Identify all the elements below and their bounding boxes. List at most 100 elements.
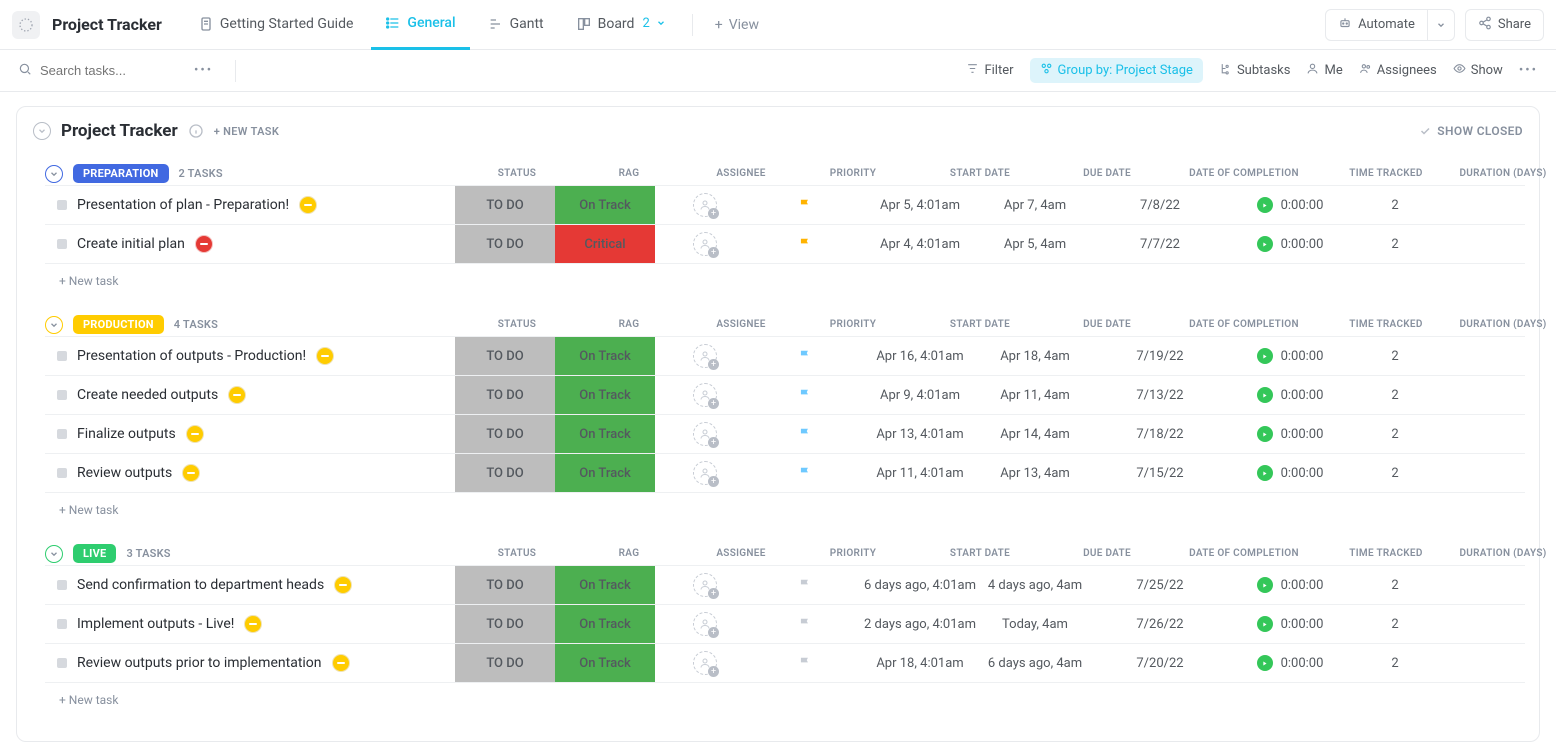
column-header[interactable]: DATE OF COMPLETION — [1169, 316, 1319, 333]
task-row[interactable]: Review outputs TO DOOn Track+Apr 11, 4:0… — [45, 453, 1525, 493]
assignee-cell[interactable]: + — [655, 605, 755, 643]
priority-cell[interactable] — [755, 415, 855, 453]
assignee-cell[interactable]: + — [655, 454, 755, 492]
task-status-square[interactable] — [57, 239, 67, 249]
time-tracked-cell[interactable]: 0:00:00 — [1235, 337, 1345, 375]
column-header[interactable]: START DATE — [915, 316, 1045, 333]
column-header[interactable]: DATE OF COMPLETION — [1169, 545, 1319, 562]
duration-cell[interactable]: 2 — [1345, 454, 1445, 492]
time-tracked-cell[interactable]: 0:00:00 — [1235, 566, 1345, 604]
completion-cell[interactable]: 7/13/22 — [1085, 376, 1235, 414]
column-header[interactable]: STATUS — [467, 316, 567, 333]
task-name-cell[interactable]: Finalize outputs — [45, 415, 455, 453]
time-tracked-cell[interactable]: 0:00:00 — [1235, 644, 1345, 682]
assign-avatar-placeholder[interactable]: + — [693, 573, 717, 597]
column-header[interactable]: START DATE — [915, 545, 1045, 562]
tab-general[interactable]: General — [371, 0, 469, 50]
due-date-cell[interactable]: Apr 18, 4am — [985, 337, 1085, 375]
more-icon[interactable]: ••• — [194, 63, 213, 78]
column-header[interactable]: TIME TRACKED — [1331, 165, 1441, 182]
column-header[interactable]: TIME TRACKED — [1331, 545, 1441, 562]
task-row[interactable]: Create initial plan TO DOCritical+Apr 4,… — [45, 224, 1525, 264]
rag-cell[interactable]: On Track — [555, 454, 655, 492]
status-cell[interactable]: TO DO — [455, 337, 555, 375]
priority-cell[interactable] — [755, 225, 855, 263]
play-icon[interactable] — [1257, 197, 1273, 213]
filter-button[interactable]: Filter — [966, 62, 1013, 79]
assign-avatar-placeholder[interactable]: + — [693, 344, 717, 368]
play-icon[interactable] — [1257, 655, 1273, 671]
task-name-cell[interactable]: Presentation of outputs - Production! — [45, 337, 455, 375]
search-box[interactable] — [18, 62, 180, 80]
automate-button[interactable]: Automate — [1325, 9, 1428, 41]
rag-cell[interactable]: On Track — [555, 644, 655, 682]
task-row[interactable]: Implement outputs - Live! TO DOOn Track+… — [45, 604, 1525, 644]
start-date-cell[interactable]: Apr 11, 4:01am — [855, 454, 985, 492]
column-header[interactable]: DUE DATE — [1057, 316, 1157, 333]
rag-cell[interactable]: On Track — [555, 415, 655, 453]
start-date-cell[interactable]: Apr 9, 4:01am — [855, 376, 985, 414]
status-cell[interactable]: TO DO — [455, 605, 555, 643]
task-status-square[interactable] — [57, 351, 67, 361]
column-header[interactable]: DURATION (DAYS) — [1453, 545, 1553, 562]
assign-avatar-placeholder[interactable]: + — [693, 193, 717, 217]
column-header[interactable]: DURATION (DAYS) — [1453, 165, 1553, 182]
completion-cell[interactable]: 7/25/22 — [1085, 566, 1235, 604]
group-pill[interactable]: PREPARATION — [73, 164, 169, 183]
column-header[interactable]: ASSIGNEE — [691, 316, 791, 333]
new-task-row[interactable]: + New task — [45, 493, 1525, 517]
duration-cell[interactable]: 2 — [1345, 337, 1445, 375]
priority-cell[interactable] — [755, 376, 855, 414]
priority-cell[interactable] — [755, 186, 855, 224]
assign-avatar-placeholder[interactable]: + — [693, 422, 717, 446]
more-toolbar-icon[interactable]: ••• — [1519, 63, 1538, 78]
tab-gantt[interactable]: Gantt — [474, 0, 558, 50]
add-view-button[interactable]: + View — [705, 17, 769, 33]
task-status-square[interactable] — [57, 390, 67, 400]
assignee-cell[interactable]: + — [655, 415, 755, 453]
group-collapse-toggle[interactable] — [45, 165, 63, 183]
assignee-cell[interactable]: + — [655, 337, 755, 375]
column-header[interactable]: RAG — [579, 316, 679, 333]
task-name-cell[interactable]: Send confirmation to department heads — [45, 566, 455, 604]
duration-cell[interactable]: 2 — [1345, 225, 1445, 263]
completion-cell[interactable]: 7/8/22 — [1085, 186, 1235, 224]
assignee-cell[interactable]: + — [655, 186, 755, 224]
automate-dropdown[interactable] — [1428, 9, 1455, 41]
group-pill[interactable]: PRODUCTION — [73, 315, 164, 334]
due-date-cell[interactable]: 4 days ago, 4am — [985, 566, 1085, 604]
group-pill[interactable]: LIVE — [73, 544, 116, 563]
task-row[interactable]: Create needed outputs TO DOOn Track+Apr … — [45, 375, 1525, 415]
play-icon[interactable] — [1257, 577, 1273, 593]
task-status-square[interactable] — [57, 429, 67, 439]
show-closed-button[interactable]: SHOW CLOSED — [1419, 124, 1523, 138]
column-header[interactable]: TIME TRACKED — [1331, 316, 1441, 333]
share-button[interactable]: Share — [1465, 9, 1544, 41]
time-tracked-cell[interactable]: 0:00:00 — [1235, 605, 1345, 643]
column-header[interactable]: RAG — [579, 165, 679, 182]
play-icon[interactable] — [1257, 616, 1273, 632]
completion-cell[interactable]: 7/18/22 — [1085, 415, 1235, 453]
completion-cell[interactable]: 7/7/22 — [1085, 225, 1235, 263]
status-cell[interactable]: TO DO — [455, 376, 555, 414]
start-date-cell[interactable]: 2 days ago, 4:01am — [855, 605, 985, 643]
rag-cell[interactable]: On Track — [555, 186, 655, 224]
task-status-square[interactable] — [57, 658, 67, 668]
group-by-button[interactable]: Group by: Project Stage — [1030, 58, 1203, 83]
assignee-cell[interactable]: + — [655, 644, 755, 682]
status-cell[interactable]: TO DO — [455, 644, 555, 682]
task-row[interactable]: Send confirmation to department heads TO… — [45, 565, 1525, 605]
tab-board[interactable]: Board 2 — [562, 0, 680, 50]
status-cell[interactable]: TO DO — [455, 225, 555, 263]
time-tracked-cell[interactable]: 0:00:00 — [1235, 415, 1345, 453]
play-icon[interactable] — [1257, 426, 1273, 442]
task-status-square[interactable] — [57, 468, 67, 478]
status-cell[interactable]: TO DO — [455, 186, 555, 224]
me-button[interactable]: Me — [1306, 62, 1342, 79]
task-row[interactable]: Finalize outputs TO DOOn Track+Apr 13, 4… — [45, 414, 1525, 454]
play-icon[interactable] — [1257, 387, 1273, 403]
play-icon[interactable] — [1257, 348, 1273, 364]
task-name-cell[interactable]: Presentation of plan - Preparation! — [45, 186, 455, 224]
assign-avatar-placeholder[interactable]: + — [693, 612, 717, 636]
time-tracked-cell[interactable]: 0:00:00 — [1235, 454, 1345, 492]
